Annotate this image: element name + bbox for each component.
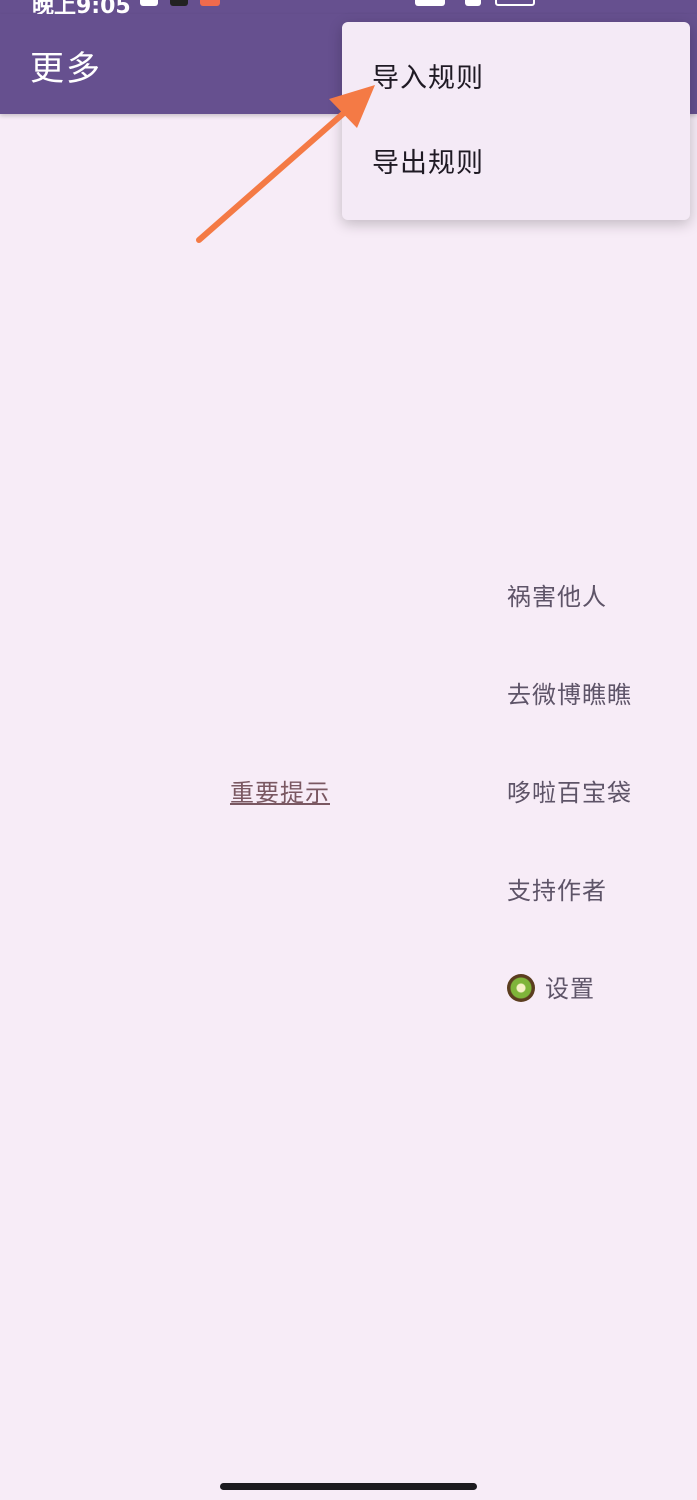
notification-badge-icon [200, 0, 220, 6]
side-item-settings[interactable]: 设置 [507, 967, 667, 1011]
status-bar: 晚上9:05 [0, 0, 697, 14]
side-item-doraemon-bag[interactable]: 哆啦百宝袋 [507, 771, 667, 815]
overflow-menu: 导入规则 导出规则 [342, 22, 690, 220]
side-item-support-author[interactable]: 支持作者 [507, 869, 667, 913]
side-item-weibo[interactable]: 去微博瞧瞧 [507, 673, 667, 717]
signal-icon [415, 0, 445, 6]
wifi-icon [465, 0, 481, 6]
side-item-harm-others[interactable]: 祸害他人 [507, 575, 667, 619]
important-notice-link[interactable]: 重要提示 [230, 773, 330, 808]
menu-item-export-rules[interactable]: 导出规则 [342, 121, 690, 207]
notification-icon [170, 0, 188, 6]
notification-icon [140, 0, 158, 6]
page-title: 更多 [30, 49, 102, 89]
kiwi-icon [507, 974, 535, 1002]
status-time: 晚上9:05 [32, 0, 131, 14]
screen: 晚上9:05 更多 祸害他人 去微博瞧瞧 哆啦百宝袋 支持作者 设置 重要提示 … [0, 0, 697, 1500]
home-indicator[interactable] [220, 1483, 477, 1490]
menu-item-import-rules[interactable]: 导入规则 [342, 36, 690, 122]
side-item-settings-label: 设置 [545, 975, 595, 1003]
battery-icon [495, 0, 535, 6]
